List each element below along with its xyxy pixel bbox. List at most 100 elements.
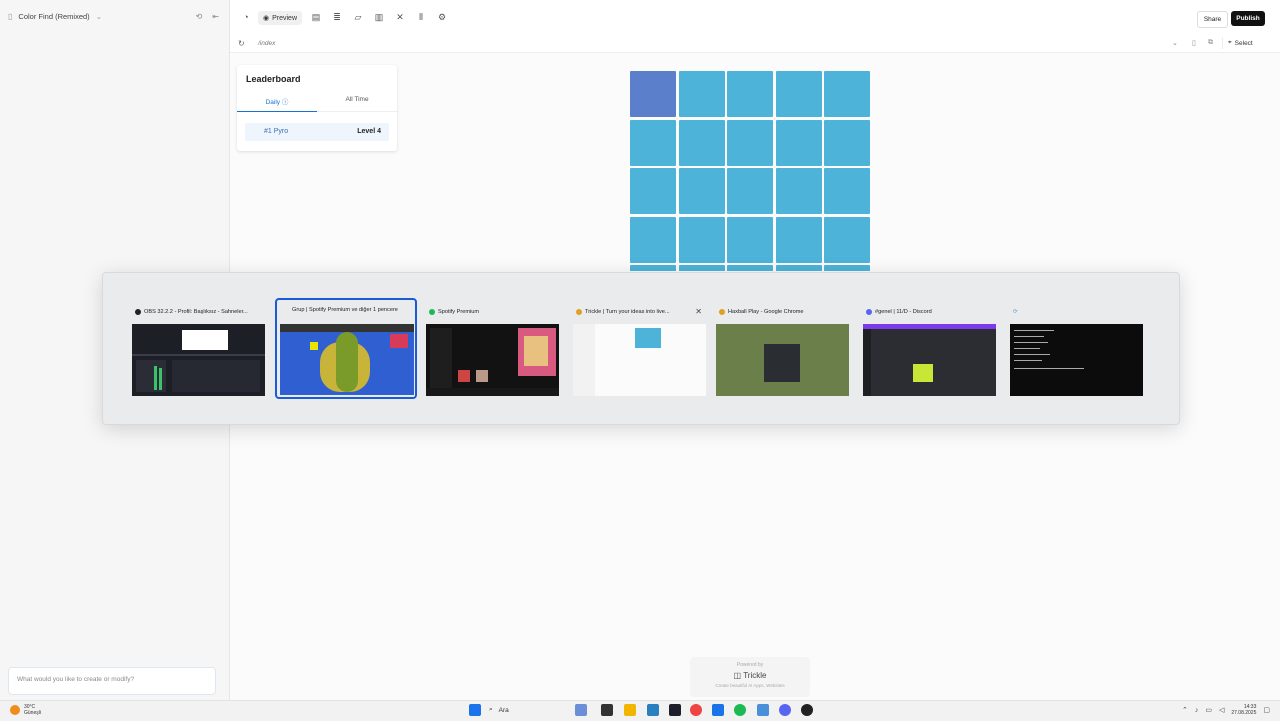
weather-desc: Güneşli: [24, 710, 41, 716]
window-title: Trickle | Turn your ideas into live...: [585, 309, 670, 315]
share-button[interactable]: Share: [1197, 11, 1228, 28]
select-element-button[interactable]: ⌖ Select: [1222, 37, 1266, 49]
microphone-icon[interactable]: ♪: [1195, 707, 1199, 714]
analytics-icon[interactable]: ⫴: [415, 12, 427, 23]
grid-cell[interactable]: [727, 168, 773, 214]
leaderboard-rank-name: #1 Pyro: [264, 128, 288, 135]
powered-tagline: Create beautiful AI Apps, Websites: [715, 683, 785, 688]
discord-icon: [866, 309, 872, 315]
notifications-icon[interactable]: ▢: [1263, 706, 1270, 714]
grid-cell[interactable]: [727, 119, 773, 166]
preview-label: Preview: [272, 14, 298, 22]
vscode-app-icon[interactable]: [712, 704, 724, 716]
taskbar-app-taskview-icon[interactable]: [601, 704, 613, 716]
trickle-logo-icon: ◫: [733, 671, 742, 680]
preview-button[interactable]: ◉ Preview: [258, 11, 303, 25]
odd-color-cell[interactable]: [630, 71, 676, 117]
grid-cell[interactable]: [775, 71, 822, 117]
discord-app-icon[interactable]: [779, 704, 791, 716]
powered-by-badge[interactable]: Powered by ◫ Trickle Create beautiful AI…: [690, 657, 810, 697]
collapse-sidebar-icon[interactable]: ⇤: [212, 12, 219, 21]
file-icon[interactable]: ▤: [310, 12, 322, 23]
switcher-window-trickle[interactable]: Trickle | Turn your ideas into live... ✕: [572, 302, 707, 397]
device-icon[interactable]: ▯: [1192, 39, 1196, 47]
windows-start-icon[interactable]: [469, 704, 481, 716]
grid-cell[interactable]: [824, 265, 870, 271]
grid-cell[interactable]: [678, 168, 725, 214]
grid-cell[interactable]: [678, 119, 725, 166]
url-bar: ↻ /index ⌄ ▯ ⧉ ⌖ Select: [230, 36, 1280, 53]
taskbar-search[interactable]: ⌕ Ara: [489, 706, 509, 714]
weather-widget[interactable]: 30°C Güneşli: [10, 704, 41, 716]
close-window-icon[interactable]: ✕: [695, 307, 702, 316]
reload-icon[interactable]: ↻: [238, 39, 245, 48]
grid-cell[interactable]: [775, 168, 822, 214]
grid-cell[interactable]: [824, 168, 870, 214]
grid-cell[interactable]: [630, 119, 676, 166]
chevron-down-icon[interactable]: ⌄: [1172, 39, 1178, 47]
switcher-window-terminal[interactable]: ⟳: [1009, 302, 1144, 397]
switcher-window-obs[interactable]: OBS 32.2.2 - Profil: Başlıksız - Sahnele…: [131, 302, 266, 397]
publish-button[interactable]: Publish: [1231, 11, 1265, 26]
project-selector[interactable]: ▯ Color Find (Remixed) ⌄: [8, 12, 102, 21]
chevron-up-icon[interactable]: ⌃: [1182, 706, 1188, 714]
select-label: Select: [1234, 39, 1253, 47]
window-thumbnail: [573, 324, 706, 396]
switcher-window-haxball[interactable]: Haxball Play - Google Chrome: [715, 302, 850, 397]
switcher-window-group[interactable]: Grup | Spotify Premium ve diğer 1 pencer…: [275, 298, 417, 399]
tab-all-time[interactable]: All Time: [317, 96, 397, 112]
switcher-window-discord[interactable]: #genel | 11/D - Discord: [862, 302, 997, 397]
window-title: Grup | Spotify Premium ve diğer 1 pencer…: [292, 307, 398, 313]
prompt-input[interactable]: What would you like to create or modify?: [8, 667, 216, 695]
leaderboard-level: Level 4: [357, 128, 381, 135]
clock[interactable]: 14:33 27.08.2025: [1231, 704, 1256, 716]
window-thumbnail: [426, 324, 559, 396]
history-icon[interactable]: ⟲: [196, 12, 203, 21]
powered-by-label: Powered by: [736, 662, 764, 668]
grid-cell[interactable]: [678, 216, 725, 263]
grid-cell[interactable]: [630, 216, 676, 263]
url-path[interactable]: /index: [258, 40, 275, 47]
terminal-icon: ⟳: [1013, 309, 1018, 315]
window-thumbnail: [716, 324, 849, 396]
grid-cell[interactable]: [824, 71, 870, 117]
grid-cell[interactable]: [630, 168, 676, 214]
integrations-icon[interactable]: ✕: [394, 12, 406, 23]
grid-cell[interactable]: [824, 216, 870, 263]
top-toolbar: ◔ ▤ ≣ ▱ ▥ ✕ ⫴ ⚙: [230, 0, 1280, 37]
palette-icon[interactable]: ◔: [240, 12, 252, 22]
system-tray: ⌃ ♪ ▭ ◁ 14:33 27.08.2025 ▢: [1182, 704, 1270, 716]
taskbar-app-photo-icon[interactable]: [575, 704, 587, 716]
trickle-brand: ◫ Trickle: [690, 671, 810, 680]
grid-cell[interactable]: [678, 71, 725, 117]
spotify-app-icon[interactable]: [734, 704, 746, 716]
taskbar-app-icon[interactable]: [647, 704, 659, 716]
window-title: Spotify Premium: [438, 309, 480, 315]
obs-app-icon[interactable]: [801, 704, 813, 716]
grid-cell[interactable]: [824, 119, 870, 166]
settings-app-icon[interactable]: [757, 704, 769, 716]
grid-cell[interactable]: [727, 71, 773, 117]
grid-cell[interactable]: [775, 119, 822, 166]
chrome-icon: [576, 309, 582, 315]
external-link-icon[interactable]: ⧉: [1208, 39, 1213, 47]
volume-icon[interactable]: ◁: [1219, 706, 1224, 714]
network-icon[interactable]: ▭: [1205, 706, 1212, 714]
grid-cell[interactable]: [775, 265, 822, 271]
grid-cell[interactable]: [775, 216, 822, 263]
grid-cell[interactable]: [630, 265, 676, 271]
switcher-window-spotify[interactable]: Spotify Premium: [425, 302, 560, 397]
book-icon[interactable]: ▥: [373, 12, 385, 23]
folder-icon[interactable]: ▱: [352, 12, 364, 23]
terminal-app-icon[interactable]: [669, 704, 681, 716]
info-icon: ⓘ: [281, 99, 289, 106]
file-explorer-icon[interactable]: [624, 704, 636, 716]
settings-icon[interactable]: ⚙: [436, 12, 448, 23]
color-grid: [630, 71, 872, 271]
tab-daily[interactable]: Daily ⓘ: [237, 96, 317, 112]
grid-cell[interactable]: [727, 216, 773, 263]
database-icon[interactable]: ≣: [331, 12, 343, 23]
chrome-app-icon[interactable]: [690, 704, 702, 716]
grid-cell[interactable]: [678, 265, 725, 271]
grid-cell[interactable]: [727, 265, 773, 271]
